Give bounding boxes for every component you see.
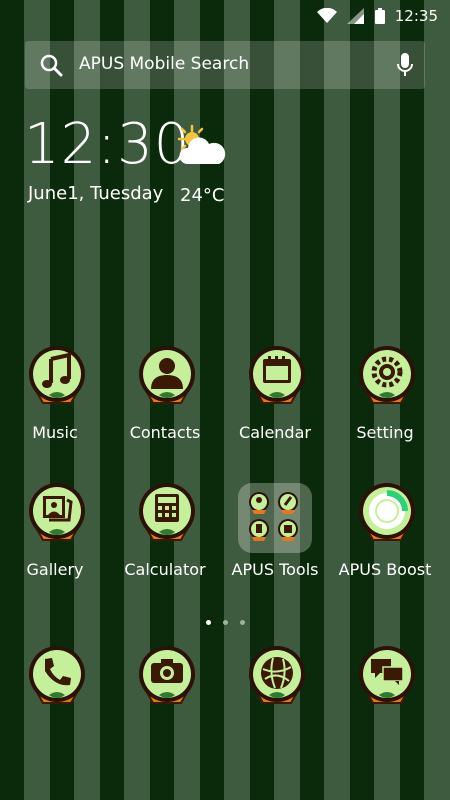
- signal-icon: [346, 8, 364, 24]
- clock-date: June1, Tuesday: [28, 183, 164, 204]
- phone-icon: [29, 646, 85, 704]
- wifi-icon: [316, 8, 337, 23]
- contact-person-icon: [139, 346, 195, 404]
- status-time: 12:35: [394, 7, 438, 25]
- page-dot-2[interactable]: [222, 620, 228, 625]
- app-calculator[interactable]: Calculator: [110, 482, 220, 592]
- app-label: Setting: [356, 423, 414, 442]
- app-gallery[interactable]: Gallery: [0, 482, 110, 592]
- app-label: APUS Boost: [338, 560, 432, 579]
- search-bar[interactable]: APUS Mobile Search: [25, 41, 425, 89]
- boost-ring-icon: [359, 483, 415, 541]
- dock-messages[interactable]: [330, 645, 440, 755]
- sun-cloud-icon[interactable]: [175, 124, 227, 170]
- app-apus-boost[interactable]: APUS Boost: [330, 482, 440, 592]
- search-icon: [40, 54, 63, 77]
- dock-camera[interactable]: [110, 645, 220, 755]
- gear-icon: [359, 346, 415, 404]
- temperature: 24°C: [180, 185, 225, 206]
- messages-icon: [359, 646, 415, 704]
- page-indicator[interactable]: [0, 620, 450, 625]
- status-bar: 12:35: [0, 0, 450, 32]
- music-note-icon: [29, 346, 85, 404]
- search-input[interactable]: APUS Mobile Search: [79, 54, 249, 74]
- microphone-icon[interactable]: [397, 52, 413, 78]
- dock-phone[interactable]: [0, 645, 110, 755]
- calculator-icon: [139, 483, 195, 541]
- dock-browser[interactable]: [220, 645, 330, 755]
- camera-icon: [139, 646, 195, 704]
- app-calendar[interactable]: Calendar: [220, 345, 330, 455]
- app-music[interactable]: Music: [0, 345, 110, 455]
- app-apus-tools[interactable]: APUS Tools: [220, 482, 330, 592]
- clock-time[interactable]: 12:30: [24, 112, 190, 177]
- page-dot-3[interactable]: [239, 620, 245, 625]
- calendar-icon: [249, 346, 305, 404]
- page-dot-1[interactable]: [205, 620, 211, 625]
- app-contacts[interactable]: Contacts: [110, 345, 220, 455]
- app-setting[interactable]: Setting: [330, 345, 440, 455]
- browser-globe-icon: [249, 646, 305, 704]
- gallery-icon: [29, 483, 85, 541]
- battery-icon: [374, 8, 385, 24]
